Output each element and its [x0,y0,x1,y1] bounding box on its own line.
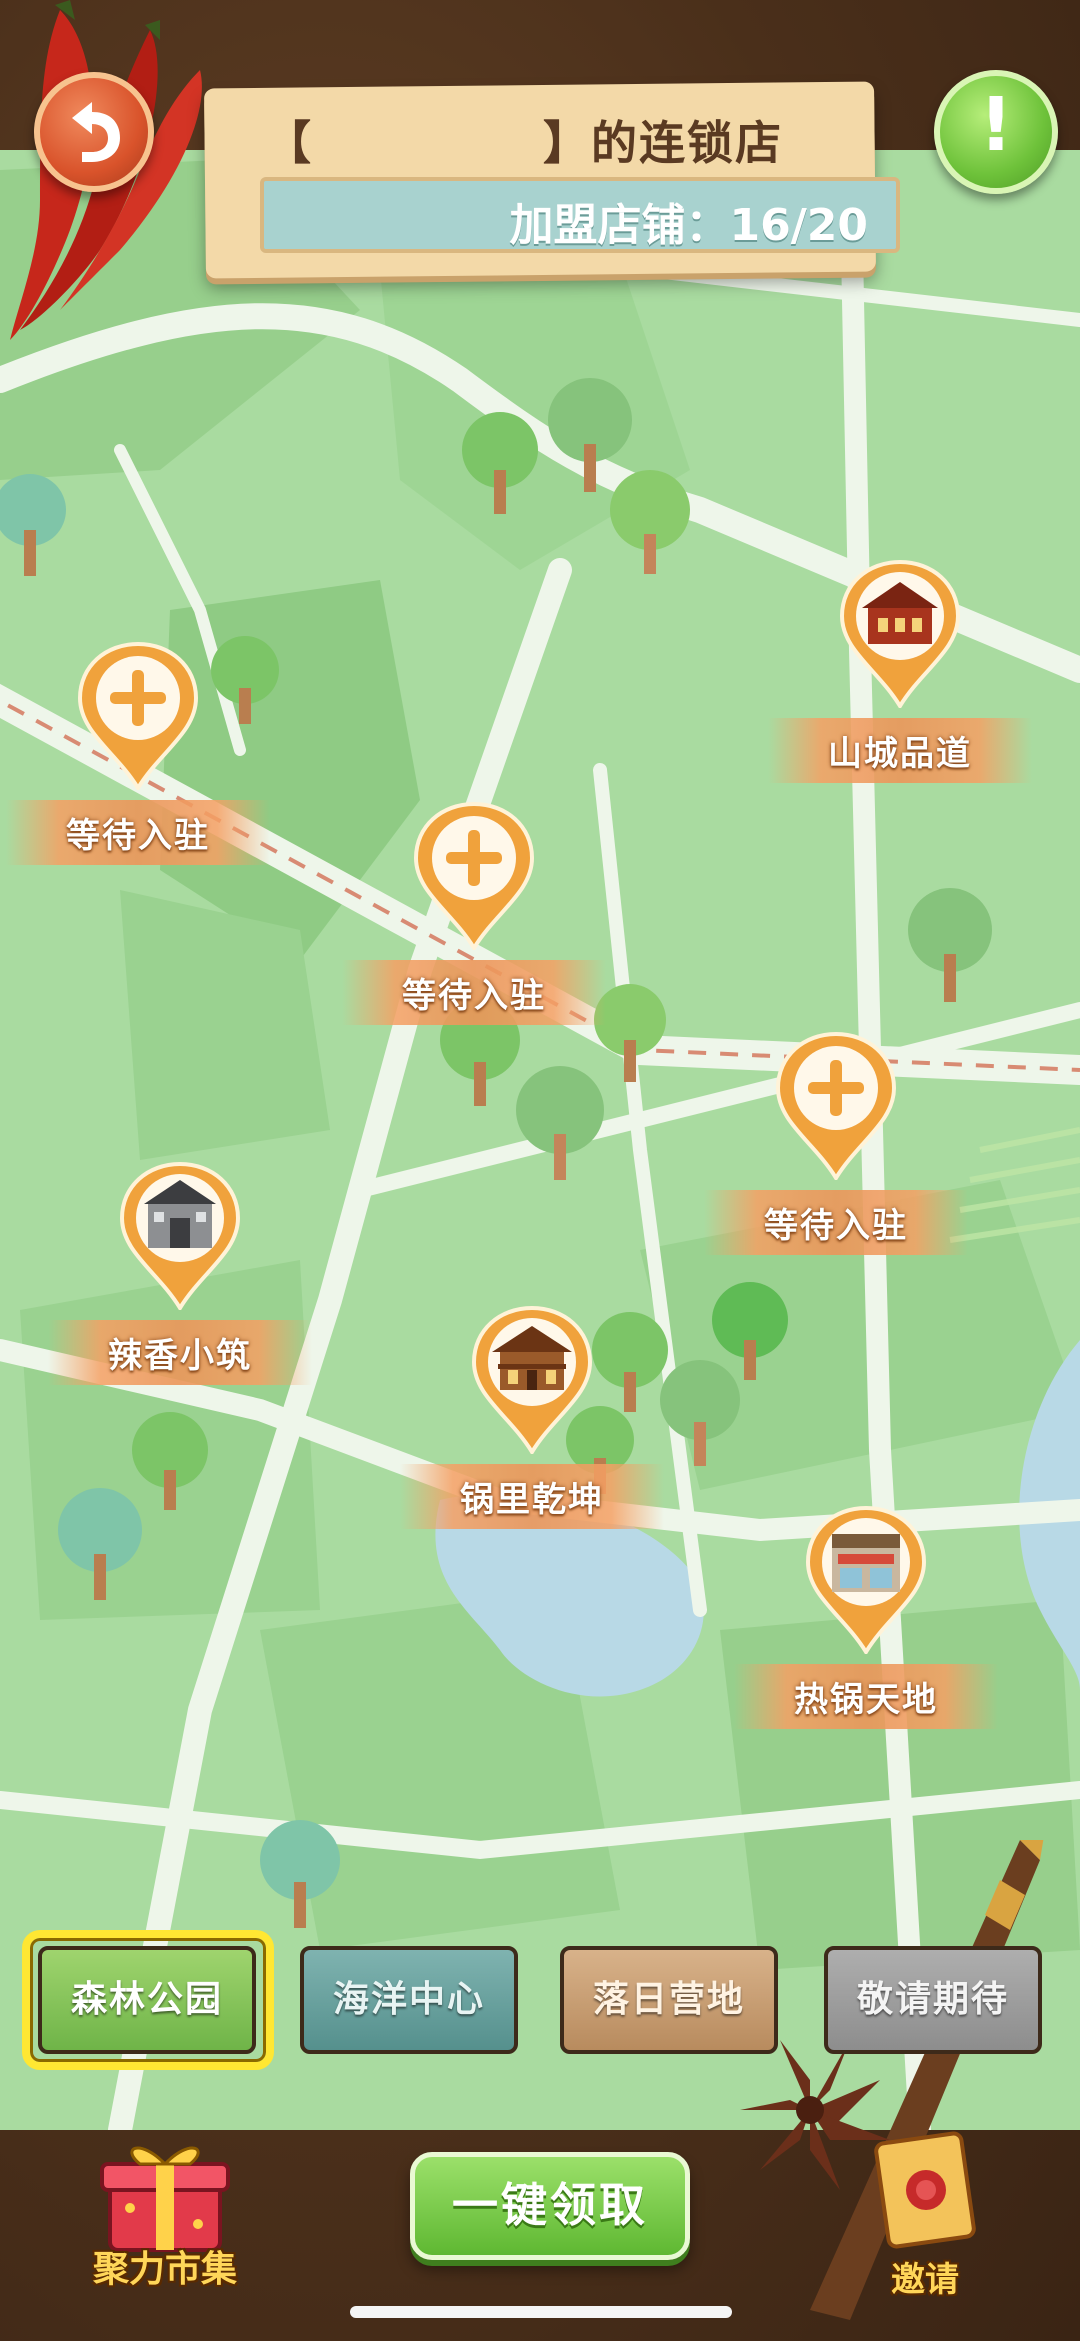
chain-store-header: 【 】的连锁店 加盟店铺：16/20 [204,81,900,279]
market-label: 聚力市集 [92,2249,237,2290]
map-pin-shop[interactable]: 山城品道 [768,558,1032,783]
franchise-label: 加盟店铺： [509,200,730,251]
plus-pin-icon [775,1031,897,1182]
invitation-letter-icon [874,2131,976,2249]
invite-label: 邀请 [891,2260,959,2300]
franchise-count-bar: 加盟店铺：16/20 [260,177,900,253]
selected-tab-frame [22,1930,274,2070]
pin-label: 辣香小筑 [48,1320,312,1385]
game-screen: 【 】的连锁店 加盟店铺：16/20 ! 等待入驻 等待入驻 等待入驻 山城品道 … [0,0,1080,2341]
grey-gate-icon [119,1161,241,1312]
exclamation-icon: ! [979,82,1013,168]
wooden-restaurant-icon [471,1305,593,1456]
plus-pin-icon [77,641,199,792]
red-pavilion-icon [839,559,961,710]
franchise-count: 16/20 [729,200,868,251]
invite-button[interactable]: 邀请 [860,2118,990,2318]
home-indicator[interactable] [350,2306,732,2318]
tab-coming-soon[interactable]: 敬请期待 [824,1946,1042,2054]
plus-pin-icon [413,801,535,952]
map-pin-empty[interactable]: 等待入驻 [6,640,270,865]
claim-all-button[interactable]: 一键领取 [410,2152,690,2260]
pin-label: 山城品道 [768,718,1032,783]
modern-shop-icon [805,1505,927,1656]
franchise-count-label: 加盟店铺：16/20 [509,189,868,253]
pin-label: 热锅天地 [734,1664,998,1729]
gift-box-icon [100,2146,230,2252]
tab-sunset-camp[interactable]: 落日营地 [560,1946,778,2054]
back-button[interactable] [34,72,154,192]
info-button[interactable]: ! [934,70,1058,194]
map-pin-shop[interactable]: 热锅天地 [734,1504,998,1729]
chain-store-title: 【 】的连锁店 [265,107,825,173]
pin-label: 等待入驻 [342,960,606,1025]
market-button[interactable]: 聚力市集 [80,2128,250,2318]
map-pin-empty[interactable]: 等待入驻 [342,800,606,1025]
tab-ocean-center[interactable]: 海洋中心 [300,1946,518,2054]
map-pin-empty[interactable]: 等待入驻 [704,1030,968,1255]
pin-label: 锅里乾坤 [400,1464,664,1529]
undo-arrow-icon [72,102,120,162]
title-bracket-open: 【 [265,116,313,170]
title-suffix: 】的连锁店 [543,116,783,170]
map-pin-shop[interactable]: 辣香小筑 [48,1160,312,1385]
pin-label: 等待入驻 [6,800,270,865]
pin-label: 等待入驻 [704,1190,968,1255]
forest-park-map[interactable] [0,150,1080,2130]
map-pin-shop[interactable]: 锅里乾坤 [400,1304,664,1529]
